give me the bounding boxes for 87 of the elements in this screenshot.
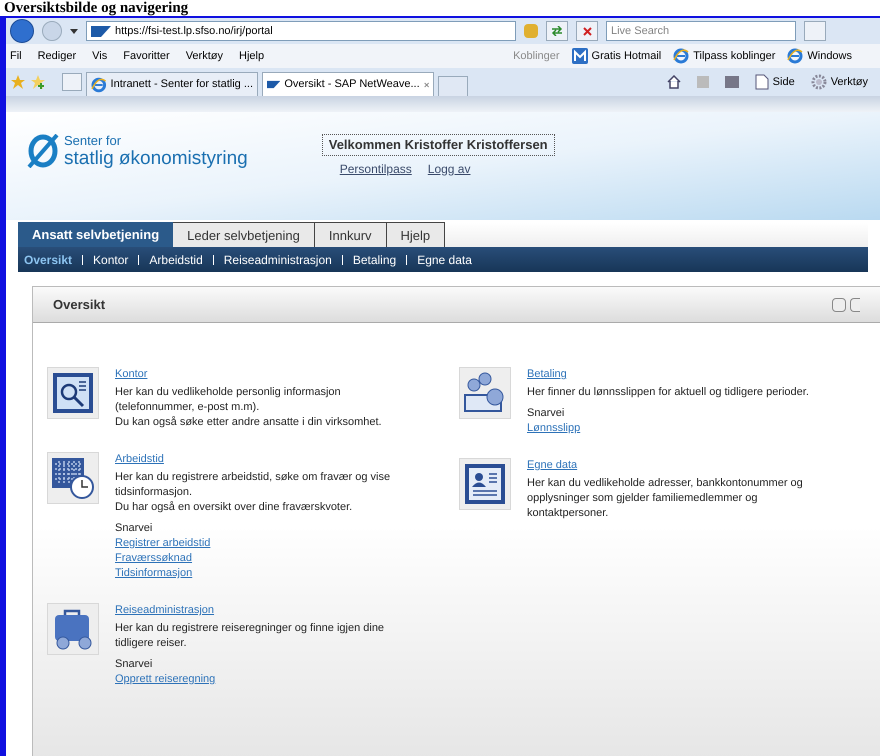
shortcut-link[interactable]: Opprett reiseregning [115, 672, 216, 687]
logo-text: statlig økonomistyring [64, 148, 248, 170]
shortcut-label: Snarvei [527, 406, 566, 421]
favorite-link[interactable]: Gratis Hotmail [572, 48, 662, 64]
shortcut-link[interactable]: Tidsinformasjon [115, 566, 192, 581]
refresh-button[interactable] [546, 21, 568, 41]
new-tab-button[interactable] [438, 76, 468, 96]
description-text: tidsinformasjon. [115, 485, 194, 500]
user-link[interactable]: Logg av [428, 160, 470, 178]
forward-button[interactable] [42, 21, 62, 41]
description-text: Her kan du vedlikeholde personlig informasjon [115, 385, 342, 400]
subnav-link[interactable]: Kontor [93, 250, 128, 268]
description-text: (telefonnummer, e-post m.m). [115, 400, 260, 415]
arrows-icon [551, 26, 563, 36]
shortcut-label: Snarvei [115, 657, 154, 672]
document-caption: Oversiktsbilde og navigering [3, 0, 190, 16]
options-icon[interactable] [832, 298, 846, 312]
subnav-link[interactable]: Oversikt [24, 250, 72, 268]
browser-e-icon [787, 48, 804, 64]
toolbar-menu[interactable]: Verktøy [810, 74, 868, 90]
favorite-link[interactable]: Windows [787, 48, 852, 64]
dropdown-arrow-icon[interactable] [70, 28, 78, 34]
description-text: Her kan du registrere reiseregninger og finne igjen dine [115, 621, 384, 636]
menu-item[interactable]: Verktøy [186, 48, 223, 64]
browser-tab[interactable]: Intranett - Senter for statlig ... [86, 72, 258, 96]
panel-title: Oversikt [53, 296, 106, 314]
calendar-clock-icon [51, 456, 95, 500]
close-tab-icon[interactable] [424, 80, 429, 88]
portal-tab[interactable]: Ansatt selvbetjening [18, 222, 174, 247]
portal-tab[interactable]: Leder selvbetjening [173, 222, 315, 247]
settings-icon [810, 74, 827, 90]
favorite-link[interactable]: Tilpass koblinger [673, 48, 776, 64]
user-link[interactable]: Persontilpass [340, 160, 412, 178]
description-text: Du kan også søke etter andre ansatte i din virksomhet. [115, 415, 382, 430]
logo-icon [26, 134, 60, 168]
menu-item[interactable]: Hjelp [239, 48, 264, 64]
portal-tab[interactable]: Hjelp [386, 222, 446, 247]
section-link[interactable]: Betaling [527, 367, 567, 382]
sap-logo-icon [91, 26, 111, 36]
add-favorite-icon[interactable] [30, 74, 46, 90]
links-label: Koblinger [513, 48, 560, 64]
minimize-icon[interactable] [850, 298, 860, 312]
contact-card-search-icon [52, 372, 94, 414]
quick-tabs-button[interactable] [62, 73, 82, 91]
m-logo-icon [572, 48, 588, 64]
description-text: kontaktpersoner. [527, 506, 610, 521]
stop-button[interactable] [576, 21, 598, 41]
profile-card-icon [464, 463, 506, 505]
welcome-text: Velkommen Kristoffer Kristoffersen [322, 134, 555, 156]
browser-tab[interactable]: Oversikt - SAP NetWeave... [262, 72, 434, 96]
description-text: opplysninger som gjelder familiemedlemmer og [527, 491, 758, 506]
home-icon[interactable] [666, 75, 681, 89]
shortcut-link[interactable]: Lønnsslipp [527, 421, 580, 436]
back-button[interactable] [10, 19, 34, 43]
shortcut-label: Snarvei [115, 521, 154, 536]
shortcut-link[interactable]: Fraværssøknad [115, 551, 192, 566]
description-text: Her kan du registrere arbeidstid, søke om fravær og vise [115, 470, 390, 485]
section-link[interactable]: Kontor [115, 367, 148, 382]
portal-tab[interactable]: Innkurv [314, 222, 387, 247]
toolbar-menu[interactable]: Side [754, 74, 795, 90]
browser-e-icon [91, 76, 107, 92]
subnav-link[interactable]: Arbeidstid [149, 250, 203, 268]
search-field[interactable]: Live Search [606, 21, 796, 41]
menu-item[interactable]: Fil [10, 48, 22, 64]
menu-item[interactable]: Favoritter [123, 48, 170, 64]
browser-e-icon [673, 48, 690, 64]
search-button[interactable] [804, 21, 826, 41]
shortcut-link[interactable]: Registrer arbeidstid [115, 536, 210, 551]
description-text: Her kan du vedlikeholde adresser, bankkontonummer og [527, 476, 803, 491]
subnav-link[interactable]: Reiseadministrasjon [224, 250, 332, 268]
section-link[interactable]: Egne data [527, 458, 578, 473]
address-field[interactable]: https://fsi-test.lp.sfso.no/irj/portal [86, 21, 516, 41]
logo-text: Senter for [64, 134, 122, 148]
lock-icon [524, 24, 538, 38]
menu-item[interactable]: Vis [92, 48, 108, 64]
favorites-star-icon[interactable] [10, 74, 26, 90]
sap-logo-icon [267, 79, 280, 90]
close-icon [582, 26, 592, 36]
description-text: Her finner du lønnsslippen for aktuell og tidligere perioder. [527, 385, 809, 400]
subnav-link[interactable]: Betaling [352, 250, 396, 268]
description-text: tidligere reiser. [115, 636, 188, 651]
subnav-link[interactable]: Egne data [417, 250, 472, 268]
section-link[interactable]: Arbeidstid [115, 452, 164, 467]
page-icon [754, 74, 769, 90]
menu-item[interactable]: Rediger [38, 48, 76, 64]
section-link[interactable]: Reiseadministrasjon [115, 603, 214, 618]
description-text: Du har også en oversikt over dine fraværskvoter. [115, 500, 354, 515]
